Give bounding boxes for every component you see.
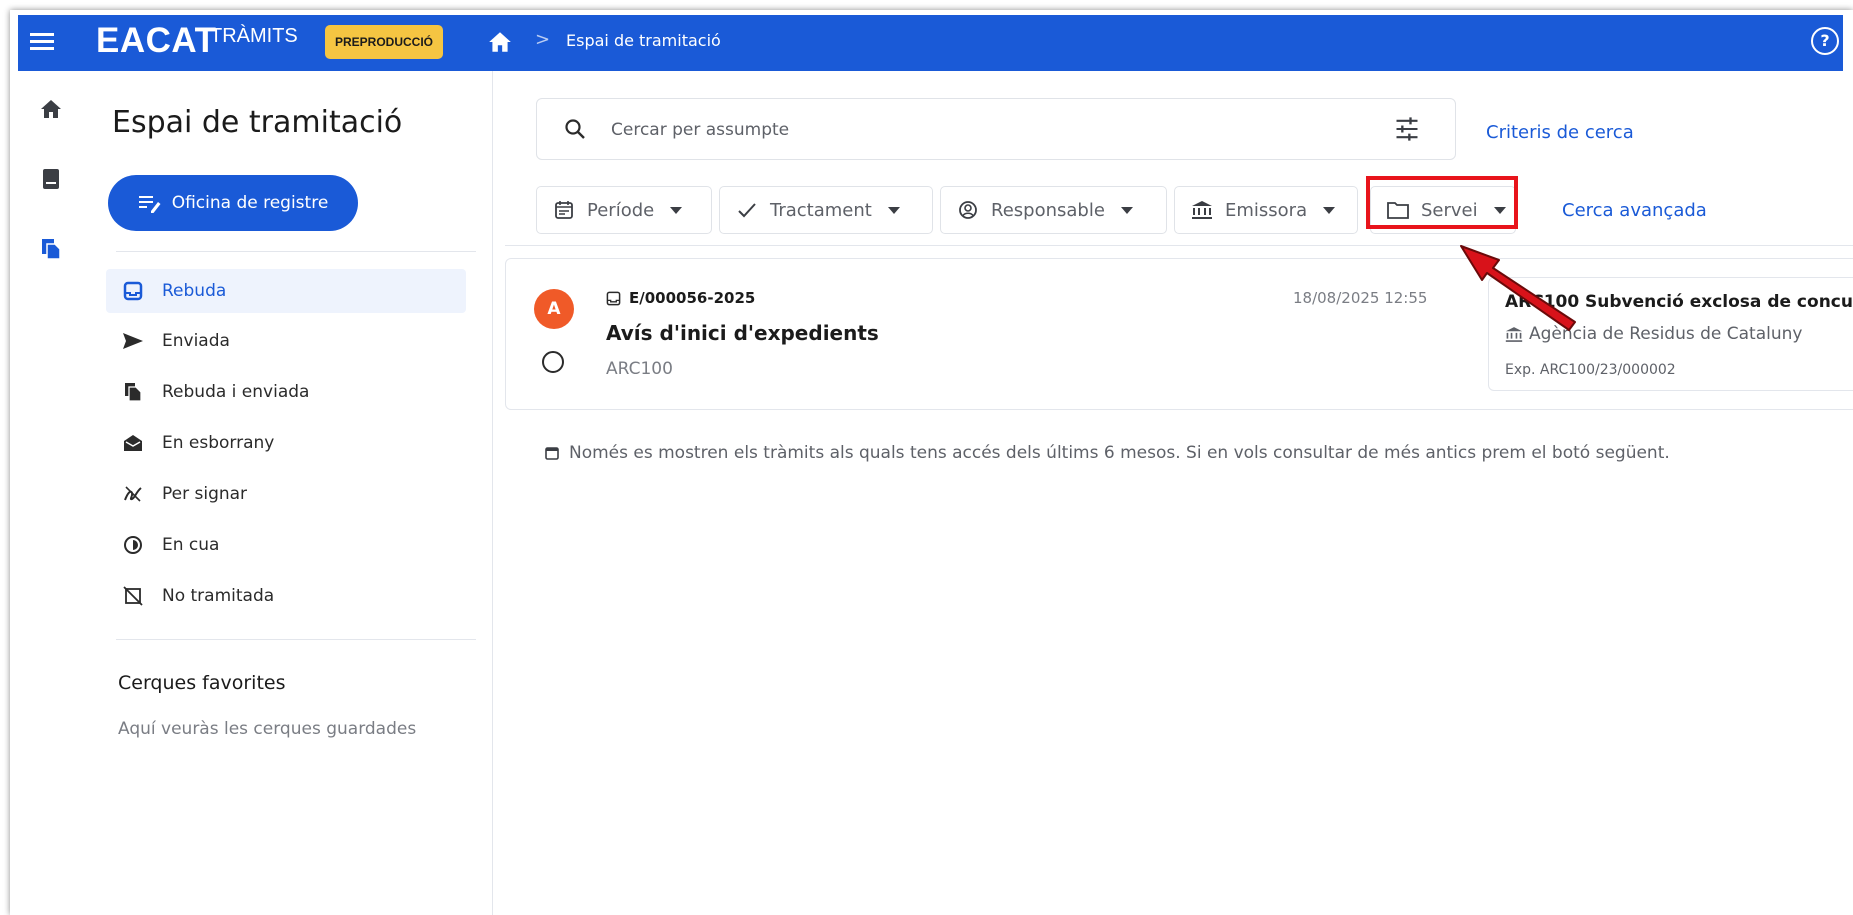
inbox-icon — [122, 280, 144, 302]
registry-office-label: Oficina de registre — [171, 193, 329, 213]
filter-responsable[interactable]: Responsable — [940, 186, 1167, 234]
inbox-icon — [606, 291, 621, 305]
sidebar: Espai de tramitació Oficina de registre … — [84, 71, 493, 915]
breadcrumb[interactable]: Espai de tramitació — [566, 31, 721, 50]
signature-icon — [122, 483, 144, 505]
search-input[interactable] — [609, 115, 1313, 145]
check-icon — [736, 199, 758, 221]
chevron-down-icon — [670, 206, 683, 214]
calendar-icon — [553, 199, 575, 221]
sidebar-item-per-signar[interactable]: Per signar — [106, 472, 466, 516]
search-criteria-link[interactable]: Criteris de cerca — [1486, 122, 1634, 143]
sidebar-item-label: Enviada — [162, 331, 230, 351]
result-card[interactable]: A E/000056-2025 Avís d'inici d'expedient… — [505, 258, 1853, 410]
logo[interactable]: EACAT — [96, 21, 216, 61]
arrow-annotation-icon — [1460, 245, 1576, 331]
not-processed-icon — [122, 585, 144, 607]
select-radio[interactable] — [542, 351, 564, 373]
sidebar-item-label: En cua — [162, 535, 220, 555]
chevron-down-icon — [887, 206, 900, 214]
expedient-number: Exp. ARC100/23/000002 — [1505, 362, 1676, 378]
advanced-search-link[interactable]: Cerca avançada — [1562, 200, 1707, 221]
filter-emissora[interactable]: Emissora — [1174, 186, 1358, 234]
notice: Només es mostren els tràmits als quals t… — [545, 443, 1670, 463]
divider — [116, 251, 476, 252]
notice-text: Només es mostren els tràmits als quals t… — [569, 443, 1670, 463]
avatar: A — [534, 289, 574, 329]
documents-icon — [122, 381, 144, 403]
institution-icon — [1191, 199, 1213, 221]
sidebar-item-rebuda[interactable]: Rebuda — [106, 269, 466, 313]
highlight-box — [1366, 176, 1518, 229]
user-circle-icon — [957, 199, 979, 221]
filter-label: Responsable — [991, 199, 1105, 221]
queue-icon — [122, 534, 144, 556]
page-title: Espai de tramitació — [112, 105, 403, 140]
subject[interactable]: Avís d'inici d'expedients — [606, 321, 879, 345]
filter-periode[interactable]: Període — [536, 186, 712, 234]
home-icon[interactable] — [486, 29, 514, 55]
sidebar-item-label: Per signar — [162, 484, 248, 504]
sidebar-item-rebuda-i-enviada[interactable]: Rebuda i enviada — [106, 370, 466, 414]
registry-office-button[interactable]: Oficina de registre — [108, 175, 358, 231]
sidebar-item-no-tramitada[interactable]: No tramitada — [106, 574, 466, 618]
sidebar-item-en-esborrany[interactable]: En esborrany — [106, 421, 466, 465]
edit-list-icon — [138, 196, 161, 213]
sidebar-item-label: Rebuda i enviada — [162, 382, 310, 402]
filter-label: Tractament — [770, 199, 872, 221]
top-bar: EACAT TRÀMITS PREPRODUCCIÓ > Espai de tr… — [18, 15, 1843, 71]
entity-code: ARC100 — [606, 359, 673, 379]
rail-book-icon[interactable] — [39, 167, 63, 191]
tune-icon[interactable] — [1393, 115, 1421, 143]
search-icon — [565, 119, 585, 139]
filter-tractament[interactable]: Tractament — [719, 186, 933, 234]
breadcrumb-separator-icon: > — [535, 29, 551, 50]
drafts-icon — [122, 432, 144, 454]
left-rail — [18, 71, 85, 915]
sidebar-item-label: No tramitada — [162, 586, 275, 606]
reference: E/000056-2025 — [606, 289, 755, 307]
divider — [505, 245, 1853, 246]
filter-label: Emissora — [1225, 199, 1308, 221]
rail-home-icon[interactable] — [39, 97, 63, 121]
environment-badge: PREPRODUCCIÓ — [325, 25, 444, 59]
chevron-down-icon — [1120, 206, 1133, 214]
sidebar-item-en-cua[interactable]: En cua — [106, 523, 466, 567]
divider — [116, 639, 476, 640]
logo-subtitle: TRÀMITS — [210, 25, 298, 47]
expedient-title: Subvenció exclosa de concu — [1585, 292, 1853, 312]
help-icon[interactable]: ? — [1811, 27, 1839, 55]
sidebar-item-label: En esborrany — [162, 433, 275, 453]
chevron-down-icon — [1323, 206, 1336, 214]
favorites-empty-text: Aquí veuràs les cerques guardades — [118, 719, 417, 739]
filter-label: Període — [587, 199, 655, 221]
rail-documents-icon[interactable] — [39, 237, 63, 261]
reference-number: E/000056-2025 — [629, 289, 756, 307]
send-icon — [122, 330, 144, 352]
sidebar-item-enviada[interactable]: Enviada — [106, 319, 466, 363]
sidebar-item-label: Rebuda — [162, 281, 227, 301]
date: 18/08/2025 12:55 — [1293, 289, 1428, 307]
calendar-icon — [545, 447, 559, 460]
favorites-title: Cerques favorites — [118, 672, 286, 694]
search-box — [536, 98, 1456, 160]
menu-icon[interactable] — [30, 29, 54, 57]
